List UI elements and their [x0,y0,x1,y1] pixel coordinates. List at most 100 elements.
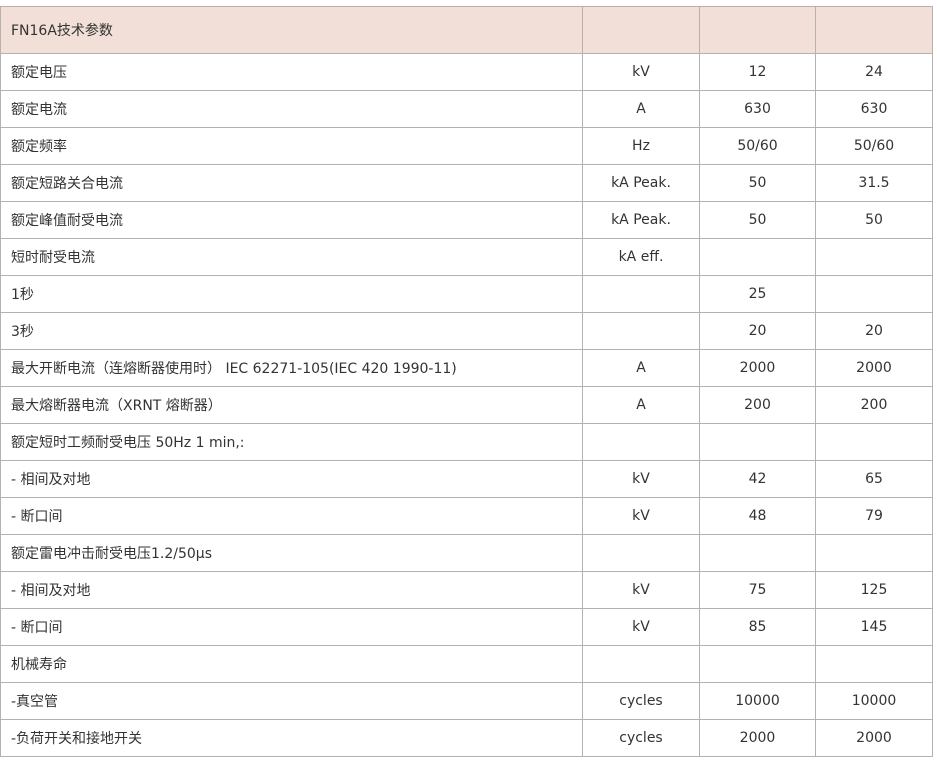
value-12kv-cell: 20 [699,312,816,350]
parameter-cell: 额定频率 [0,127,583,165]
unit-cell: kV [582,608,700,646]
value-12kv-cell: 75 [699,571,816,609]
value-24kv-cell: 125 [815,571,933,609]
unit-cell [582,312,700,350]
table-row: 最大开断电流（连熔断器使用时） IEC 62271-105(IEC 420 19… [0,349,933,387]
parameter-cell: 短时耐受电流 [0,238,583,276]
value-24kv-cell [815,275,933,313]
header-cell [699,6,816,54]
value-12kv-cell: 10000 [699,682,816,720]
parameter-cell: 1秒 [0,275,583,313]
unit-cell: kV [582,53,700,91]
header-cell [582,6,700,54]
table-row: - 断口间 kV 48 79 [0,497,933,535]
value-24kv-cell: 2000 [815,349,933,387]
parameter-cell: -真空管 [0,682,583,720]
table-row: -负荷开关和接地开关 cycles 2000 2000 [0,719,933,757]
value-12kv-cell [699,645,816,683]
unit-cell: cycles [582,682,700,720]
value-12kv-cell: 2000 [699,349,816,387]
value-24kv-cell: 630 [815,90,933,128]
unit-cell: A [582,90,700,128]
value-24kv-cell [815,423,933,461]
value-12kv-cell: 48 [699,497,816,535]
parameter-cell: - 相间及对地 [0,460,583,498]
table-row: 额定雷电冲击耐受电压1.2/50μs [0,534,933,572]
table-row: 最大熔断器电流（XRNT 熔断器） A 200 200 [0,386,933,424]
unit-cell: kA Peak. [582,164,700,202]
table-row: 1秒 25 [0,275,933,313]
value-24kv-cell: 79 [815,497,933,535]
value-24kv-cell: 50 [815,201,933,239]
spec-table-body: FN16A技术参数 额定电压 kV 12 24 额定电流 A 630 630 额定频率 Hz 50/… [0,6,933,757]
unit-cell: kV [582,571,700,609]
value-24kv-cell: 200 [815,386,933,424]
value-12kv-cell [699,238,816,276]
table-row: 机械寿命 [0,645,933,683]
parameter-cell: 额定短时工频耐受电压 50Hz 1 min,: [0,423,583,461]
value-24kv-cell: 50/60 [815,127,933,165]
unit-cell [582,534,700,572]
unit-cell: A [582,349,700,387]
parameter-cell: 额定雷电冲击耐受电压1.2/50μs [0,534,583,572]
parameter-cell: 3秒 [0,312,583,350]
parameter-cell: 机械寿命 [0,645,583,683]
value-24kv-cell: 145 [815,608,933,646]
spec-table-container: FN16A技术参数 额定电压 kV 12 24 额定电流 A 630 630 额定频率 Hz 50/… [0,6,933,757]
parameter-cell: - 断口间 [0,608,583,646]
unit-cell: A [582,386,700,424]
value-12kv-cell [699,534,816,572]
table-row: 3秒 20 20 [0,312,933,350]
value-12kv-cell [699,423,816,461]
parameter-cell: 额定短路关合电流 [0,164,583,202]
value-24kv-cell: 2000 [815,719,933,757]
value-12kv-cell: 50 [699,164,816,202]
value-12kv-cell: 85 [699,608,816,646]
table-row: 额定电流 A 630 630 [0,90,933,128]
unit-cell [582,423,700,461]
table-row: 额定短时工频耐受电压 50Hz 1 min,: [0,423,933,461]
value-12kv-cell: 42 [699,460,816,498]
table-header-row: FN16A技术参数 [0,6,933,54]
unit-cell: kV [582,497,700,535]
unit-cell: kV [582,460,700,498]
table-row: - 相间及对地 kV 75 125 [0,571,933,609]
value-12kv-cell: 50/60 [699,127,816,165]
parameter-cell: 最大熔断器电流（XRNT 熔断器） [0,386,583,424]
table-title-cell: FN16A技术参数 [0,6,583,54]
value-24kv-cell: 65 [815,460,933,498]
unit-cell: Hz [582,127,700,165]
spec-table: FN16A技术参数 额定电压 kV 12 24 额定电流 A 630 630 额定频率 Hz 50/… [0,6,933,757]
value-12kv-cell: 25 [699,275,816,313]
value-24kv-cell [815,534,933,572]
value-24kv-cell [815,645,933,683]
parameter-cell: - 断口间 [0,497,583,535]
value-12kv-cell: 630 [699,90,816,128]
unit-cell [582,275,700,313]
value-24kv-cell: 24 [815,53,933,91]
value-24kv-cell [815,238,933,276]
parameter-cell: 最大开断电流（连熔断器使用时） IEC 62271-105(IEC 420 19… [0,349,583,387]
value-12kv-cell: 12 [699,53,816,91]
value-12kv-cell: 50 [699,201,816,239]
table-row: 额定频率 Hz 50/60 50/60 [0,127,933,165]
table-row: 短时耐受电流 kA eff. [0,238,933,276]
parameter-cell: 额定峰值耐受电流 [0,201,583,239]
table-row: 额定峰值耐受电流 kA Peak. 50 50 [0,201,933,239]
parameter-cell: 额定电压 [0,53,583,91]
value-24kv-cell: 10000 [815,682,933,720]
value-12kv-cell: 2000 [699,719,816,757]
table-row: - 相间及对地 kV 42 65 [0,460,933,498]
parameter-cell: -负荷开关和接地开关 [0,719,583,757]
parameter-cell: - 相间及对地 [0,571,583,609]
header-cell [815,6,933,54]
table-row: - 断口间 kV 85 145 [0,608,933,646]
unit-cell: kA Peak. [582,201,700,239]
value-12kv-cell: 200 [699,386,816,424]
unit-cell: cycles [582,719,700,757]
unit-cell: kA eff. [582,238,700,276]
table-row: -真空管 cycles 10000 10000 [0,682,933,720]
parameter-cell: 额定电流 [0,90,583,128]
value-24kv-cell: 31.5 [815,164,933,202]
table-row: 额定电压 kV 12 24 [0,53,933,91]
